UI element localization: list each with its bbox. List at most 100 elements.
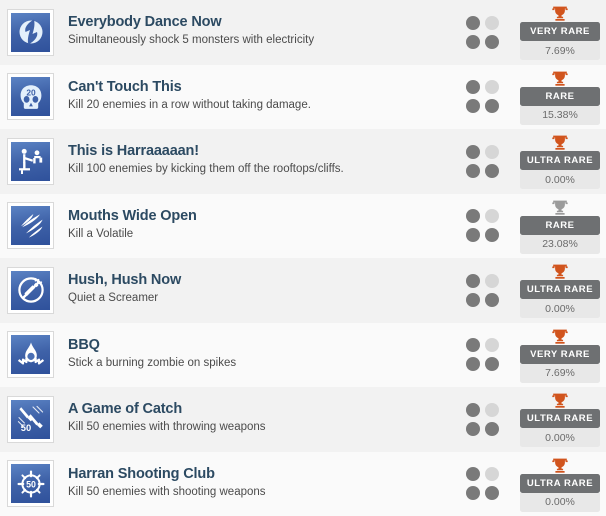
- rarity-percent: 7.69%: [520, 363, 600, 383]
- no-noise-icon: [11, 270, 50, 310]
- difficulty-dot-4: [485, 292, 499, 307]
- svg-text:50: 50: [20, 422, 30, 433]
- flame-spike-icon: [11, 335, 50, 375]
- achievement-icon-frame: [7, 266, 54, 314]
- achievement-text: Hush, Hush Now Quiet a Screamer: [54, 271, 466, 309]
- rarity-badge: ULTRA RARE: [520, 151, 600, 171]
- achievement-row[interactable]: Hush, Hush Now Quiet a Screamer ULTRA RARE…: [0, 258, 606, 323]
- trophy-icon: [552, 264, 568, 279]
- rarity-percent: 0.00%: [520, 428, 600, 448]
- achievement-title: BBQ: [68, 336, 100, 353]
- difficulty-dots: [466, 144, 508, 178]
- trophy-icon-wrap: [552, 133, 568, 150]
- rarity-percent: 15.38%: [520, 105, 600, 125]
- rarity-percent: 7.69%: [520, 41, 600, 61]
- achievement-description: Kill 50 enemies with shooting weapons: [68, 485, 266, 498]
- achievement-text: This is Harraaaaan! Kill 100 enemies by k…: [54, 142, 466, 180]
- trophy-icon: [552, 6, 568, 21]
- difficulty-dots: [466, 209, 508, 243]
- difficulty-dot-1: [466, 467, 480, 482]
- difficulty-dot-4: [485, 99, 499, 114]
- trophy-icon: [552, 200, 568, 215]
- achievement-description: Kill 50 enemies with throwing weapons: [68, 421, 266, 434]
- achievement-row[interactable]: Everybody Dance Now Simultaneously shock …: [0, 0, 606, 65]
- achievement-icon-frame: [7, 8, 54, 56]
- rarity-badge: VERY RARE: [520, 22, 600, 42]
- difficulty-dot-4: [485, 486, 499, 501]
- achievement-title: Harran Shooting Club: [68, 465, 215, 482]
- difficulty-dots: [466, 402, 508, 436]
- achievement-row[interactable]: 50 A Game of Catch Kill 50 enemies with th…: [0, 387, 606, 452]
- rarity-badge: RARE: [520, 86, 600, 106]
- difficulty-dot-1: [466, 144, 480, 159]
- difficulty-dot-3: [466, 486, 480, 501]
- rarity-badge: RARE: [520, 215, 600, 235]
- difficulty-dot-2: [485, 15, 499, 30]
- skull-20-icon: 20: [11, 77, 50, 117]
- svg-text:50: 50: [26, 479, 36, 489]
- difficulty-dot-2: [485, 80, 499, 95]
- trophy-icon-wrap: [552, 456, 568, 473]
- achievement-title: This is Harraaaaan!: [68, 143, 199, 160]
- difficulty-dot-2: [485, 273, 499, 288]
- trophy-icon-wrap: [552, 4, 568, 21]
- achievement-list: Everybody Dance Now Simultaneously shock …: [0, 0, 606, 516]
- difficulty-dots: [466, 338, 508, 372]
- difficulty-dot-1: [466, 80, 480, 95]
- claw-marks-icon: [11, 206, 50, 246]
- difficulty-dot-2: [485, 338, 499, 353]
- achievement-icon-frame: [7, 137, 54, 185]
- achievement-icon-frame: 50: [7, 395, 54, 443]
- difficulty-dot-4: [485, 228, 499, 243]
- difficulty-dot-3: [466, 421, 480, 436]
- difficulty-dot-4: [485, 163, 499, 178]
- achievement-icon-frame: 50: [7, 460, 54, 508]
- achievement-description: Quiet a Screamer: [68, 292, 159, 305]
- rarity-percent: 0.00%: [520, 492, 600, 512]
- difficulty-dot-4: [485, 357, 499, 372]
- achievement-text: Everybody Dance Now Simultaneously shock …: [54, 13, 466, 51]
- trophy-icon-wrap: [552, 262, 568, 279]
- rarity-badge: ULTRA RARE: [520, 409, 600, 429]
- difficulty-dot-2: [485, 209, 499, 224]
- trophy-icon-wrap: [552, 69, 568, 86]
- rarity-block: ULTRA RARE 0.00%: [520, 391, 600, 448]
- achievement-row[interactable]: BBQ Stick a burning zombie on spikes VERY …: [0, 322, 606, 387]
- rarity-badge: ULTRA RARE: [520, 280, 600, 300]
- crosshair-50-icon: 50: [11, 464, 50, 504]
- rarity-percent: 0.00%: [520, 170, 600, 190]
- achievement-row[interactable]: 20 Can't Touch This Kill 20 enemies in a r…: [0, 64, 606, 129]
- rarity-percent: 0.00%: [520, 299, 600, 319]
- achievement-icon-frame: [7, 202, 54, 250]
- achievement-row[interactable]: This is Harraaaaan! Kill 100 enemies by k…: [0, 129, 606, 194]
- trophy-icon: [552, 329, 568, 344]
- achievement-description: Stick a burning zombie on spikes: [68, 356, 237, 369]
- rarity-badge: ULTRA RARE: [520, 473, 600, 493]
- rarity-block: VERY RARE 7.69%: [520, 327, 600, 383]
- difficulty-dot-1: [466, 402, 480, 417]
- rarity-block: RARE 23.08%: [520, 198, 600, 254]
- difficulty-dot-1: [466, 273, 480, 288]
- rarity-block: VERY RARE 7.69%: [520, 4, 600, 61]
- difficulty-dot-4: [485, 34, 499, 49]
- difficulty-dot-4: [485, 421, 499, 436]
- difficulty-dot-3: [466, 34, 480, 49]
- achievement-description: Kill 20 enemies in a row without taking …: [68, 98, 311, 111]
- achievement-row[interactable]: Mouths Wide Open Kill a Volatile RARE 23.08…: [0, 193, 606, 258]
- trophy-icon-wrap: [552, 198, 568, 215]
- difficulty-dot-2: [485, 402, 499, 417]
- rarity-badge: VERY RARE: [520, 344, 600, 364]
- achievement-title: Can't Touch This: [68, 78, 182, 95]
- rarity-block: ULTRA RARE 0.00%: [520, 262, 600, 319]
- achievement-row[interactable]: 50 Harran Shooting Club Kill 50 enemies wi…: [0, 451, 606, 516]
- rarity-block: ULTRA RARE 0.00%: [520, 456, 600, 512]
- achievement-description: Kill a Volatile: [68, 227, 134, 240]
- achievement-description: Simultaneously shock 5 monsters with ele…: [68, 34, 315, 47]
- achievement-text: BBQ Stick a burning zombie on spikes: [54, 336, 466, 374]
- achievement-text: Can't Touch This Kill 20 enemies in a row…: [54, 78, 466, 116]
- trophy-icon-wrap: [552, 327, 568, 344]
- achievement-title: Everybody Dance Now: [68, 14, 222, 31]
- difficulty-dots: [466, 273, 508, 307]
- difficulty-dot-2: [485, 144, 499, 159]
- difficulty-dot-1: [466, 209, 480, 224]
